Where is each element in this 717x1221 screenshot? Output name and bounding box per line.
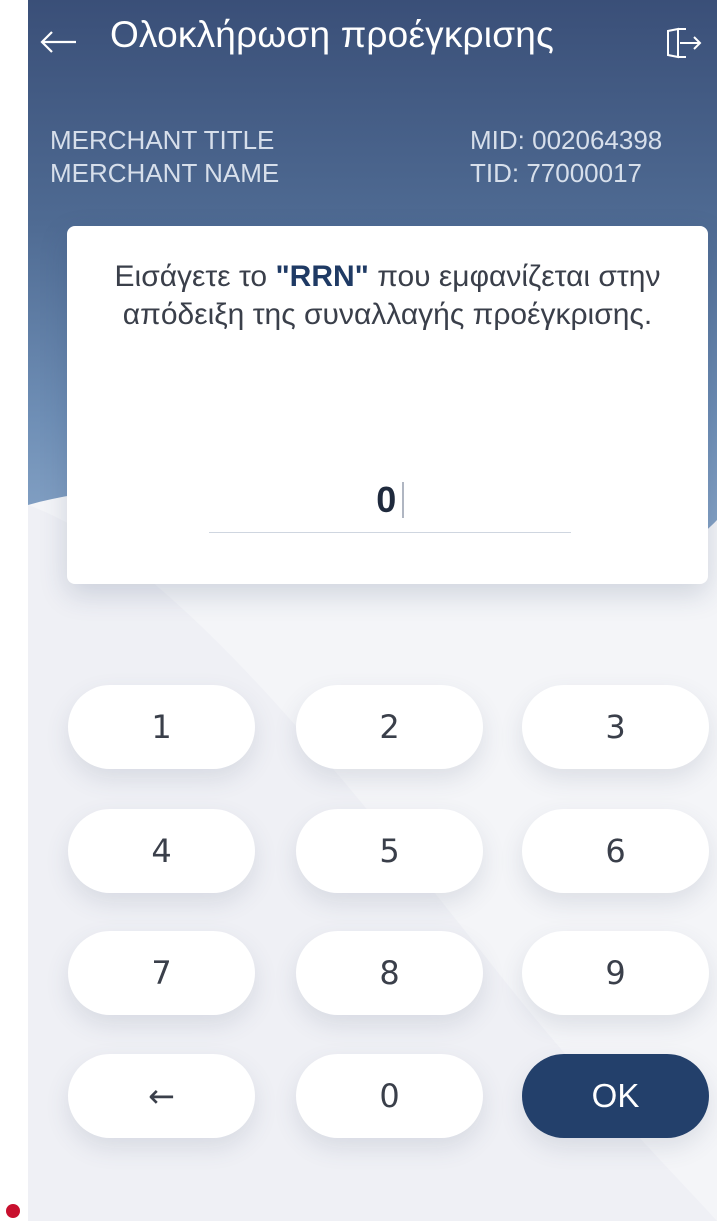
ok-button[interactable]: OK <box>522 1054 709 1138</box>
key-1[interactable]: 1 <box>68 685 255 769</box>
exit-icon[interactable] <box>664 25 704 61</box>
key-7[interactable]: 7 <box>68 931 255 1015</box>
key-9[interactable]: 9 <box>522 931 709 1015</box>
instruction-text: Εισάγετε το "RRN" που εμφανίζεται στην α… <box>87 258 688 334</box>
merchant-name: MERCHANT NAME <box>50 158 280 188</box>
rrn-entry-card: Εισάγετε το "RRN" που εμφανίζεται στην α… <box>67 226 708 584</box>
key-5[interactable]: 5 <box>296 809 483 893</box>
rrn-input[interactable]: 0 <box>209 476 571 533</box>
merchant-title: MERCHANT TITLE <box>50 125 275 155</box>
arrow-left-icon[interactable] <box>38 22 78 62</box>
terminal-tid: TID: 77000017 <box>470 158 643 188</box>
key-8[interactable]: 8 <box>296 931 483 1015</box>
key-3[interactable]: 3 <box>522 685 709 769</box>
merchant-ids: MID: 002064398 TID: 77000017 <box>470 124 662 190</box>
left-edge-strip <box>0 0 28 1221</box>
rrn-value: 0 <box>376 479 397 520</box>
instruction-highlight: "RRN" <box>275 260 369 293</box>
instruction-prefix: Εισάγετε το <box>114 260 276 293</box>
key-6[interactable]: 6 <box>522 809 709 893</box>
key-4[interactable]: 4 <box>68 809 255 893</box>
text-caret <box>402 482 404 518</box>
key-2[interactable]: 2 <box>296 685 483 769</box>
merchant-info: MERCHANT TITLE MERCHANT NAME <box>50 124 279 190</box>
backspace-button[interactable]: ← <box>68 1054 255 1138</box>
merchant-mid: MID: 002064398 <box>470 125 663 155</box>
key-0[interactable]: 0 <box>296 1054 483 1138</box>
brand-dot-icon <box>6 1204 20 1218</box>
page-title: Ολοκλήρωση προέγκρισης <box>110 14 555 55</box>
